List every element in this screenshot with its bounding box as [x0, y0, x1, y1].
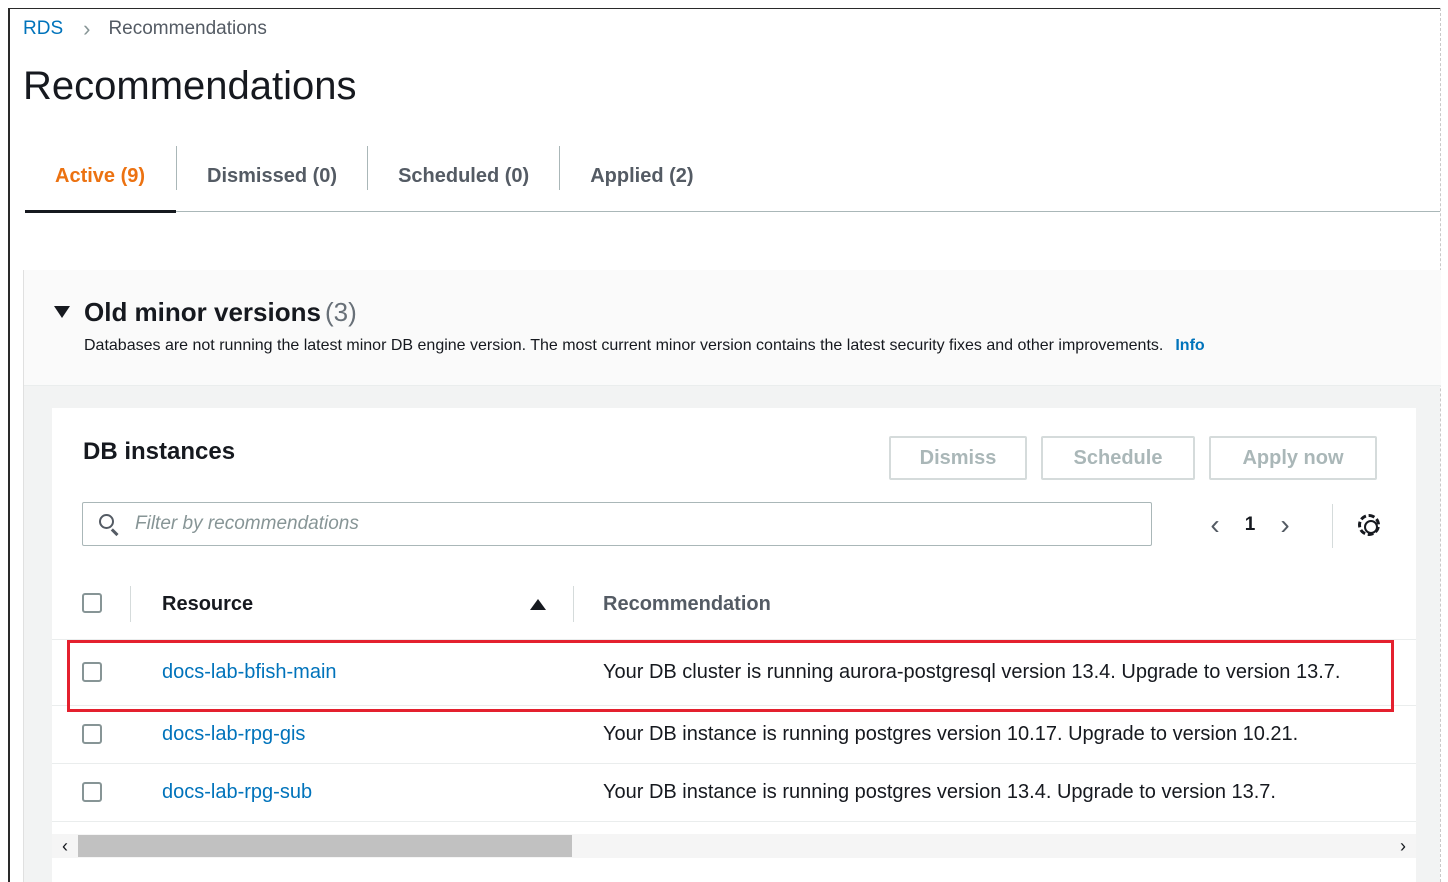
tab-applied[interactable]: Applied (2)	[560, 140, 723, 212]
section-title-text: Old minor versions	[84, 297, 321, 327]
breadcrumb-current: Recommendations	[108, 18, 267, 39]
card-title: DB instances	[83, 438, 236, 465]
section-title[interactable]: Old minor versions (3)	[84, 297, 357, 328]
info-link[interactable]: Info	[1175, 337, 1204, 354]
db-instances-table: Resource Recommendation docs-lab-bfish-m…	[52, 568, 1416, 822]
tab-label: Applied (2)	[590, 164, 694, 187]
section-description: Databases are not running the latest min…	[84, 337, 1205, 355]
sort-ascending-icon[interactable]	[530, 599, 546, 610]
recommendation-panel: Old minor versions (3) Databases are not …	[23, 270, 1441, 882]
column-header-resource[interactable]: Resource	[162, 568, 253, 640]
dismiss-button[interactable]: Dismiss	[889, 436, 1027, 480]
search-icon	[97, 512, 121, 536]
search-box	[82, 502, 1152, 546]
row-checkbox[interactable]	[82, 662, 102, 682]
scroll-right-icon[interactable]: ›	[1390, 836, 1416, 857]
chevron-right-icon[interactable]: ›	[1270, 511, 1300, 539]
resource-link[interactable]: docs-lab-rpg-sub	[162, 764, 312, 821]
db-instances-card: DB instances Dismiss Schedule Apply now …	[52, 408, 1416, 882]
table-row: docs-lab-bfish-main Your DB cluster is r…	[52, 640, 1416, 706]
tab-active[interactable]: Active (9)	[25, 140, 176, 213]
select-all-checkbox[interactable]	[82, 593, 102, 613]
row-checkbox[interactable]	[82, 782, 102, 802]
chevron-right-icon: ›	[83, 16, 91, 41]
horizontal-scrollbar[interactable]: ‹ ›	[52, 834, 1416, 858]
table-header: Resource Recommendation	[52, 568, 1416, 640]
resource-link[interactable]: docs-lab-rpg-gis	[162, 706, 305, 763]
recommendation-text: Your DB cluster is running aurora-postgr…	[603, 661, 1341, 683]
column-divider	[573, 586, 574, 622]
tab-label: Active (9)	[55, 164, 146, 187]
recommendation-text: Your DB instance is running postgres ver…	[603, 723, 1299, 745]
table-row: docs-lab-rpg-gis Your DB instance is run…	[52, 706, 1416, 764]
page-number[interactable]: 1	[1230, 514, 1270, 536]
breadcrumb-link-rds[interactable]: RDS	[23, 18, 63, 40]
scroll-thumb[interactable]	[78, 835, 572, 857]
tab-label: Dismissed (0)	[207, 164, 338, 187]
tab-scheduled[interactable]: Scheduled (0)	[368, 140, 559, 212]
pagination: ‹ 1 ›	[1200, 506, 1300, 544]
section-header: Old minor versions (3) Databases are not …	[24, 270, 1441, 386]
tab-list: Active (9) Dismissed (0) Scheduled (0) A…	[25, 140, 1440, 213]
schedule-button[interactable]: Schedule	[1041, 436, 1195, 480]
gear-icon[interactable]	[1358, 514, 1380, 536]
torn-edge	[1440, 8, 1441, 882]
column-divider	[130, 586, 131, 622]
pager-divider	[1332, 504, 1333, 548]
caret-down-icon[interactable]	[54, 306, 70, 318]
scroll-left-icon[interactable]: ‹	[52, 836, 78, 857]
resource-link[interactable]: docs-lab-bfish-main	[162, 640, 337, 705]
table-row: docs-lab-rpg-sub Your DB instance is run…	[52, 764, 1416, 822]
breadcrumb: RDS › Recommendations	[23, 18, 267, 40]
section-count: (3)	[324, 297, 357, 327]
tab-label: Scheduled (0)	[398, 164, 530, 187]
row-checkbox[interactable]	[82, 724, 102, 744]
column-header-recommendation[interactable]: Recommendation	[603, 568, 771, 640]
scroll-track[interactable]	[78, 835, 1390, 857]
tab-dismissed[interactable]: Dismissed (0)	[177, 140, 367, 212]
section-description-text: Databases are not running the latest min…	[84, 337, 1164, 354]
chevron-left-icon[interactable]: ‹	[1200, 511, 1230, 539]
page-title: Recommendations	[23, 64, 357, 108]
search-input[interactable]	[133, 512, 1033, 536]
recommendation-text: Your DB instance is running postgres ver…	[603, 781, 1276, 803]
apply-now-button[interactable]: Apply now	[1209, 436, 1377, 480]
